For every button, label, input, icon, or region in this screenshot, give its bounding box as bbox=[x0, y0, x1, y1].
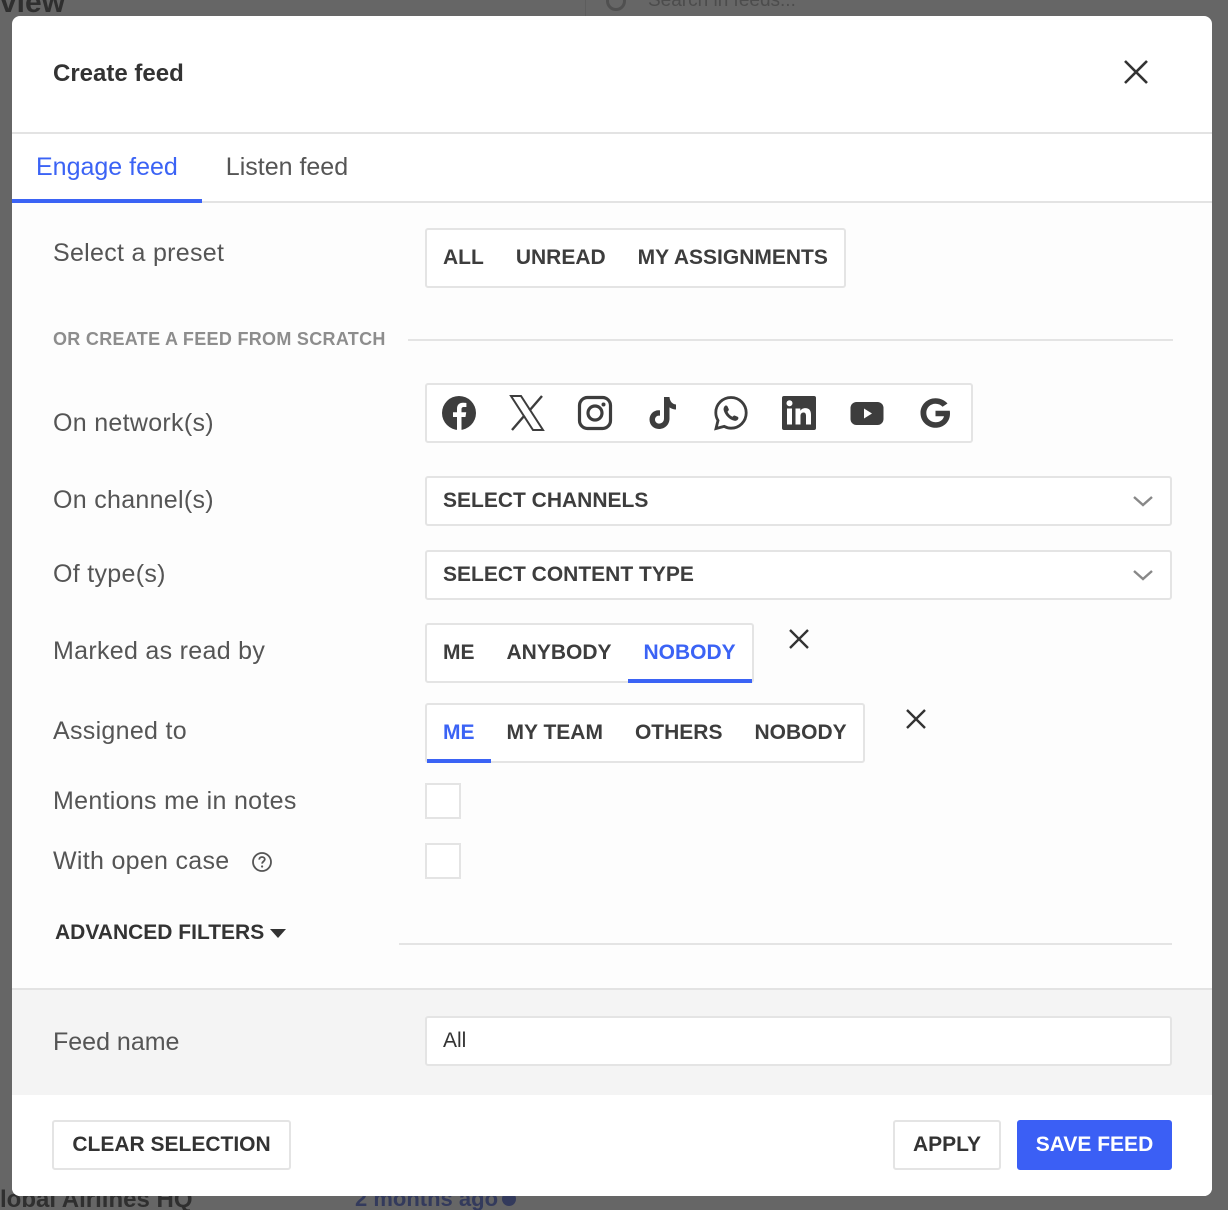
advanced-filters-toggle[interactable]: ADVANCED FILTERS bbox=[55, 921, 287, 945]
whatsapp-icon[interactable] bbox=[713, 395, 749, 431]
networks-label: On network(s) bbox=[53, 409, 214, 437]
backdrop-search: Search in feeds... bbox=[585, 0, 796, 16]
marked-read-label: Marked as read by bbox=[53, 637, 266, 665]
preset-selector: ALL UNREAD MY ASSIGNMENTS bbox=[425, 228, 846, 288]
caret-down-icon bbox=[270, 928, 287, 938]
backdrop-search-placeholder: Search in feeds... bbox=[648, 0, 796, 11]
preset-label: Select a preset bbox=[53, 239, 225, 267]
advanced-filters-label: ADVANCED FILTERS bbox=[55, 921, 265, 944]
modal-header: Create feed bbox=[12, 16, 1212, 134]
facebook-icon[interactable] bbox=[441, 395, 477, 431]
feed-type-tabs: Engage feed Listen feed bbox=[12, 134, 1212, 203]
tiktok-icon[interactable] bbox=[645, 395, 681, 431]
assigned-my-team[interactable]: MY TEAM bbox=[491, 705, 619, 761]
open-case-checkbox[interactable] bbox=[425, 843, 461, 879]
youtube-icon[interactable] bbox=[849, 395, 885, 431]
channels-label: On channel(s) bbox=[53, 486, 214, 514]
marked-read-me[interactable]: ME bbox=[427, 625, 491, 681]
tab-listen-feed[interactable]: Listen feed bbox=[202, 134, 372, 201]
marked-read-anybody[interactable]: ANYBODY bbox=[491, 625, 628, 681]
feed-name-input[interactable] bbox=[425, 1016, 1172, 1066]
close-button[interactable] bbox=[1122, 58, 1150, 86]
open-case-label: With open case bbox=[53, 847, 230, 875]
assigned-selector: ME MY TEAM OTHERS NOBODY bbox=[425, 703, 865, 763]
scratch-divider: OR CREATE A FEED FROM SCRATCH bbox=[53, 329, 1173, 350]
feed-name-label: Feed name bbox=[53, 1028, 180, 1056]
channels-select[interactable]: SELECT CHANNELS bbox=[425, 476, 1172, 526]
content-type-select-value: SELECT CONTENT TYPE bbox=[443, 563, 694, 586]
scratch-divider-label: OR CREATE A FEED FROM SCRATCH bbox=[53, 329, 386, 349]
help-icon[interactable] bbox=[251, 851, 273, 873]
mentions-label: Mentions me in notes bbox=[53, 787, 297, 815]
preset-unread[interactable]: UNREAD bbox=[500, 230, 622, 286]
save-feed-button[interactable]: SAVE FEED bbox=[1017, 1120, 1172, 1170]
instagram-icon[interactable] bbox=[577, 395, 613, 431]
apply-button[interactable]: APPLY bbox=[893, 1120, 1001, 1170]
modal-footer: CLEAR SELECTION APPLY SAVE FEED bbox=[12, 1095, 1212, 1196]
chevron-down-icon bbox=[1133, 570, 1153, 581]
marked-read-nobody[interactable]: NOBODY bbox=[627, 625, 752, 683]
preset-all[interactable]: ALL bbox=[427, 230, 500, 286]
assigned-others[interactable]: OTHERS bbox=[619, 705, 739, 761]
search-icon bbox=[606, 0, 626, 11]
chevron-down-icon bbox=[1133, 496, 1153, 507]
clear-assigned-icon[interactable] bbox=[904, 707, 928, 731]
preset-my-assignments[interactable]: MY ASSIGNMENTS bbox=[622, 230, 844, 286]
tab-engage-feed[interactable]: Engage feed bbox=[12, 134, 202, 203]
feed-name-section: Feed name bbox=[12, 988, 1212, 1095]
marked-read-selector: ME ANYBODY NOBODY bbox=[425, 623, 754, 683]
clear-selection-button[interactable]: CLEAR SELECTION bbox=[52, 1120, 291, 1170]
types-label: Of type(s) bbox=[53, 560, 166, 588]
assigned-label: Assigned to bbox=[53, 717, 187, 745]
filter-form: Select a preset ALL UNREAD MY ASSIGNMENT… bbox=[12, 203, 1212, 990]
assigned-me[interactable]: ME bbox=[427, 705, 491, 763]
channels-select-value: SELECT CHANNELS bbox=[443, 489, 649, 512]
clear-marked-read-icon[interactable] bbox=[787, 627, 811, 651]
create-feed-modal: Create feed Engage feed Listen feed Sele… bbox=[12, 16, 1212, 1196]
mentions-checkbox[interactable] bbox=[425, 783, 461, 819]
advanced-filters-divider bbox=[399, 943, 1172, 945]
x-twitter-icon[interactable] bbox=[509, 395, 545, 431]
open-case-label-row: With open case bbox=[53, 847, 273, 876]
linkedin-icon[interactable] bbox=[781, 395, 817, 431]
divider-line bbox=[407, 338, 1173, 341]
close-icon bbox=[1124, 60, 1148, 84]
google-icon[interactable] bbox=[917, 395, 953, 431]
modal-title: Create feed bbox=[53, 60, 184, 87]
content-type-select[interactable]: SELECT CONTENT TYPE bbox=[425, 550, 1172, 600]
network-selector bbox=[425, 383, 973, 443]
assigned-nobody[interactable]: NOBODY bbox=[738, 705, 862, 761]
